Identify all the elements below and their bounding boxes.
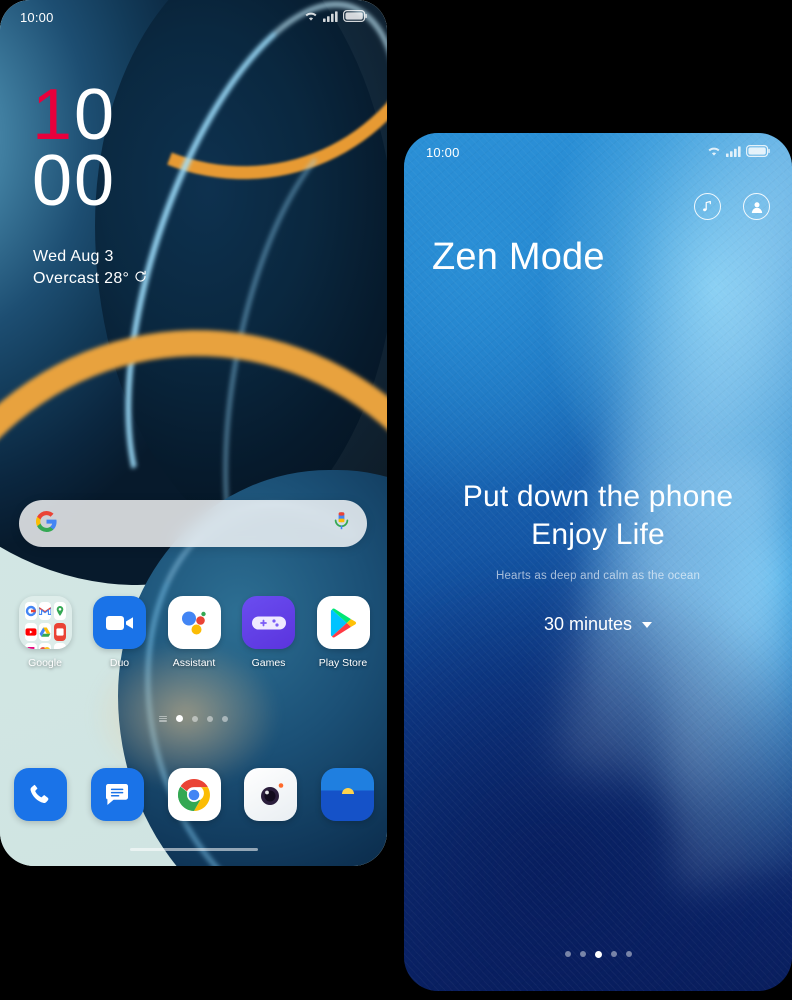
messages-icon[interactable] bbox=[90, 768, 144, 821]
zen-headline-line1: Put down the phone bbox=[462, 480, 734, 513]
weather-icon[interactable] bbox=[321, 768, 374, 821]
google-folder-icon: GPay bbox=[18, 596, 72, 649]
home-page-indicator[interactable] bbox=[0, 715, 387, 722]
phone-icon[interactable] bbox=[14, 768, 67, 821]
app-label: Google bbox=[28, 657, 62, 669]
wifi-icon bbox=[707, 145, 721, 160]
refresh-icon[interactable] bbox=[134, 270, 147, 288]
page-dot[interactable] bbox=[176, 715, 183, 722]
google-search-bar[interactable] bbox=[19, 500, 367, 547]
google-g-icon bbox=[36, 510, 57, 537]
home-gesture-bar[interactable] bbox=[129, 848, 258, 851]
status-bar-zen: 10:00 bbox=[404, 133, 792, 171]
zen-subtitle: Hearts as deep and calm as the ocean bbox=[495, 570, 701, 583]
signal-icon bbox=[323, 10, 338, 25]
app-play-store[interactable]: Play Store bbox=[312, 596, 374, 669]
camera-icon[interactable] bbox=[244, 768, 298, 821]
app-assistant[interactable]: Assistant bbox=[163, 596, 225, 669]
phone-zen-mode: 10:00 Zen Mode Put down the phone Enjoy … bbox=[404, 133, 792, 991]
page-dot[interactable] bbox=[192, 715, 198, 722]
page-dot[interactable] bbox=[222, 715, 228, 722]
wifi-icon bbox=[304, 10, 318, 25]
app-label: Assistant bbox=[172, 657, 216, 669]
dock bbox=[14, 768, 374, 821]
app-drawer-glyph[interactable] bbox=[159, 715, 167, 722]
lockscreen-clock: 10 00 bbox=[32, 79, 117, 222]
app-label: Play Store bbox=[318, 657, 368, 669]
zen-duration-value: 30 minutes bbox=[543, 614, 633, 635]
app-label: Duo bbox=[109, 657, 130, 669]
app-duo[interactable]: Duo bbox=[89, 596, 151, 669]
zen-duration-selector[interactable]: 30 minutes bbox=[543, 614, 653, 635]
music-note-icon[interactable] bbox=[694, 193, 721, 220]
page-dot[interactable] bbox=[594, 951, 602, 958]
signal-icon bbox=[726, 145, 741, 160]
date-weather-block: Wed Aug 3 Overcast 28° bbox=[33, 248, 147, 288]
duo-icon bbox=[93, 596, 146, 649]
screenshot-stage: 10:00 10 00 Wed Aug 3 Overcast 28° Googl… bbox=[0, 0, 792, 1000]
status-bar-home: 10:00 bbox=[0, 0, 387, 34]
page-dot[interactable] bbox=[610, 951, 617, 957]
zen-top-actions bbox=[694, 193, 770, 220]
page-dot[interactable] bbox=[579, 951, 586, 957]
app-grid: GPay Google Duo bbox=[14, 596, 374, 669]
battery-icon bbox=[746, 144, 770, 160]
chrome-icon[interactable] bbox=[167, 768, 221, 821]
games-icon bbox=[242, 596, 295, 649]
chevron-down-icon bbox=[642, 621, 653, 628]
clock-minutes: 00 bbox=[32, 141, 117, 222]
clock-hours: 10 bbox=[32, 79, 116, 151]
play-store-icon bbox=[316, 596, 370, 649]
assistant-icon bbox=[167, 596, 221, 649]
zen-page-indicator[interactable] bbox=[404, 951, 792, 958]
zen-page-title: Zen Mode bbox=[432, 236, 605, 278]
page-dot[interactable] bbox=[207, 715, 213, 722]
app-games[interactable]: Games bbox=[238, 596, 300, 669]
zen-headline-line2: Enjoy Life bbox=[531, 518, 665, 552]
page-dot[interactable] bbox=[564, 951, 571, 957]
app-label: Games bbox=[251, 657, 286, 669]
page-dot[interactable] bbox=[625, 951, 632, 957]
zen-message-block: Put down the phone Enjoy Life Hearts as … bbox=[404, 478, 792, 635]
date-text: Wed Aug 3 bbox=[33, 248, 114, 265]
battery-icon bbox=[343, 9, 367, 25]
microphone-icon[interactable] bbox=[333, 511, 350, 536]
status-time: 10:00 bbox=[20, 9, 54, 25]
app-google-folder[interactable]: GPay Google bbox=[14, 596, 76, 669]
phone-home-screen: 10:00 10 00 Wed Aug 3 Overcast 28° Googl… bbox=[0, 0, 387, 866]
status-time: 10:00 bbox=[426, 144, 460, 160]
profile-icon[interactable] bbox=[743, 193, 770, 220]
weather-text: Overcast 28° bbox=[33, 270, 130, 287]
